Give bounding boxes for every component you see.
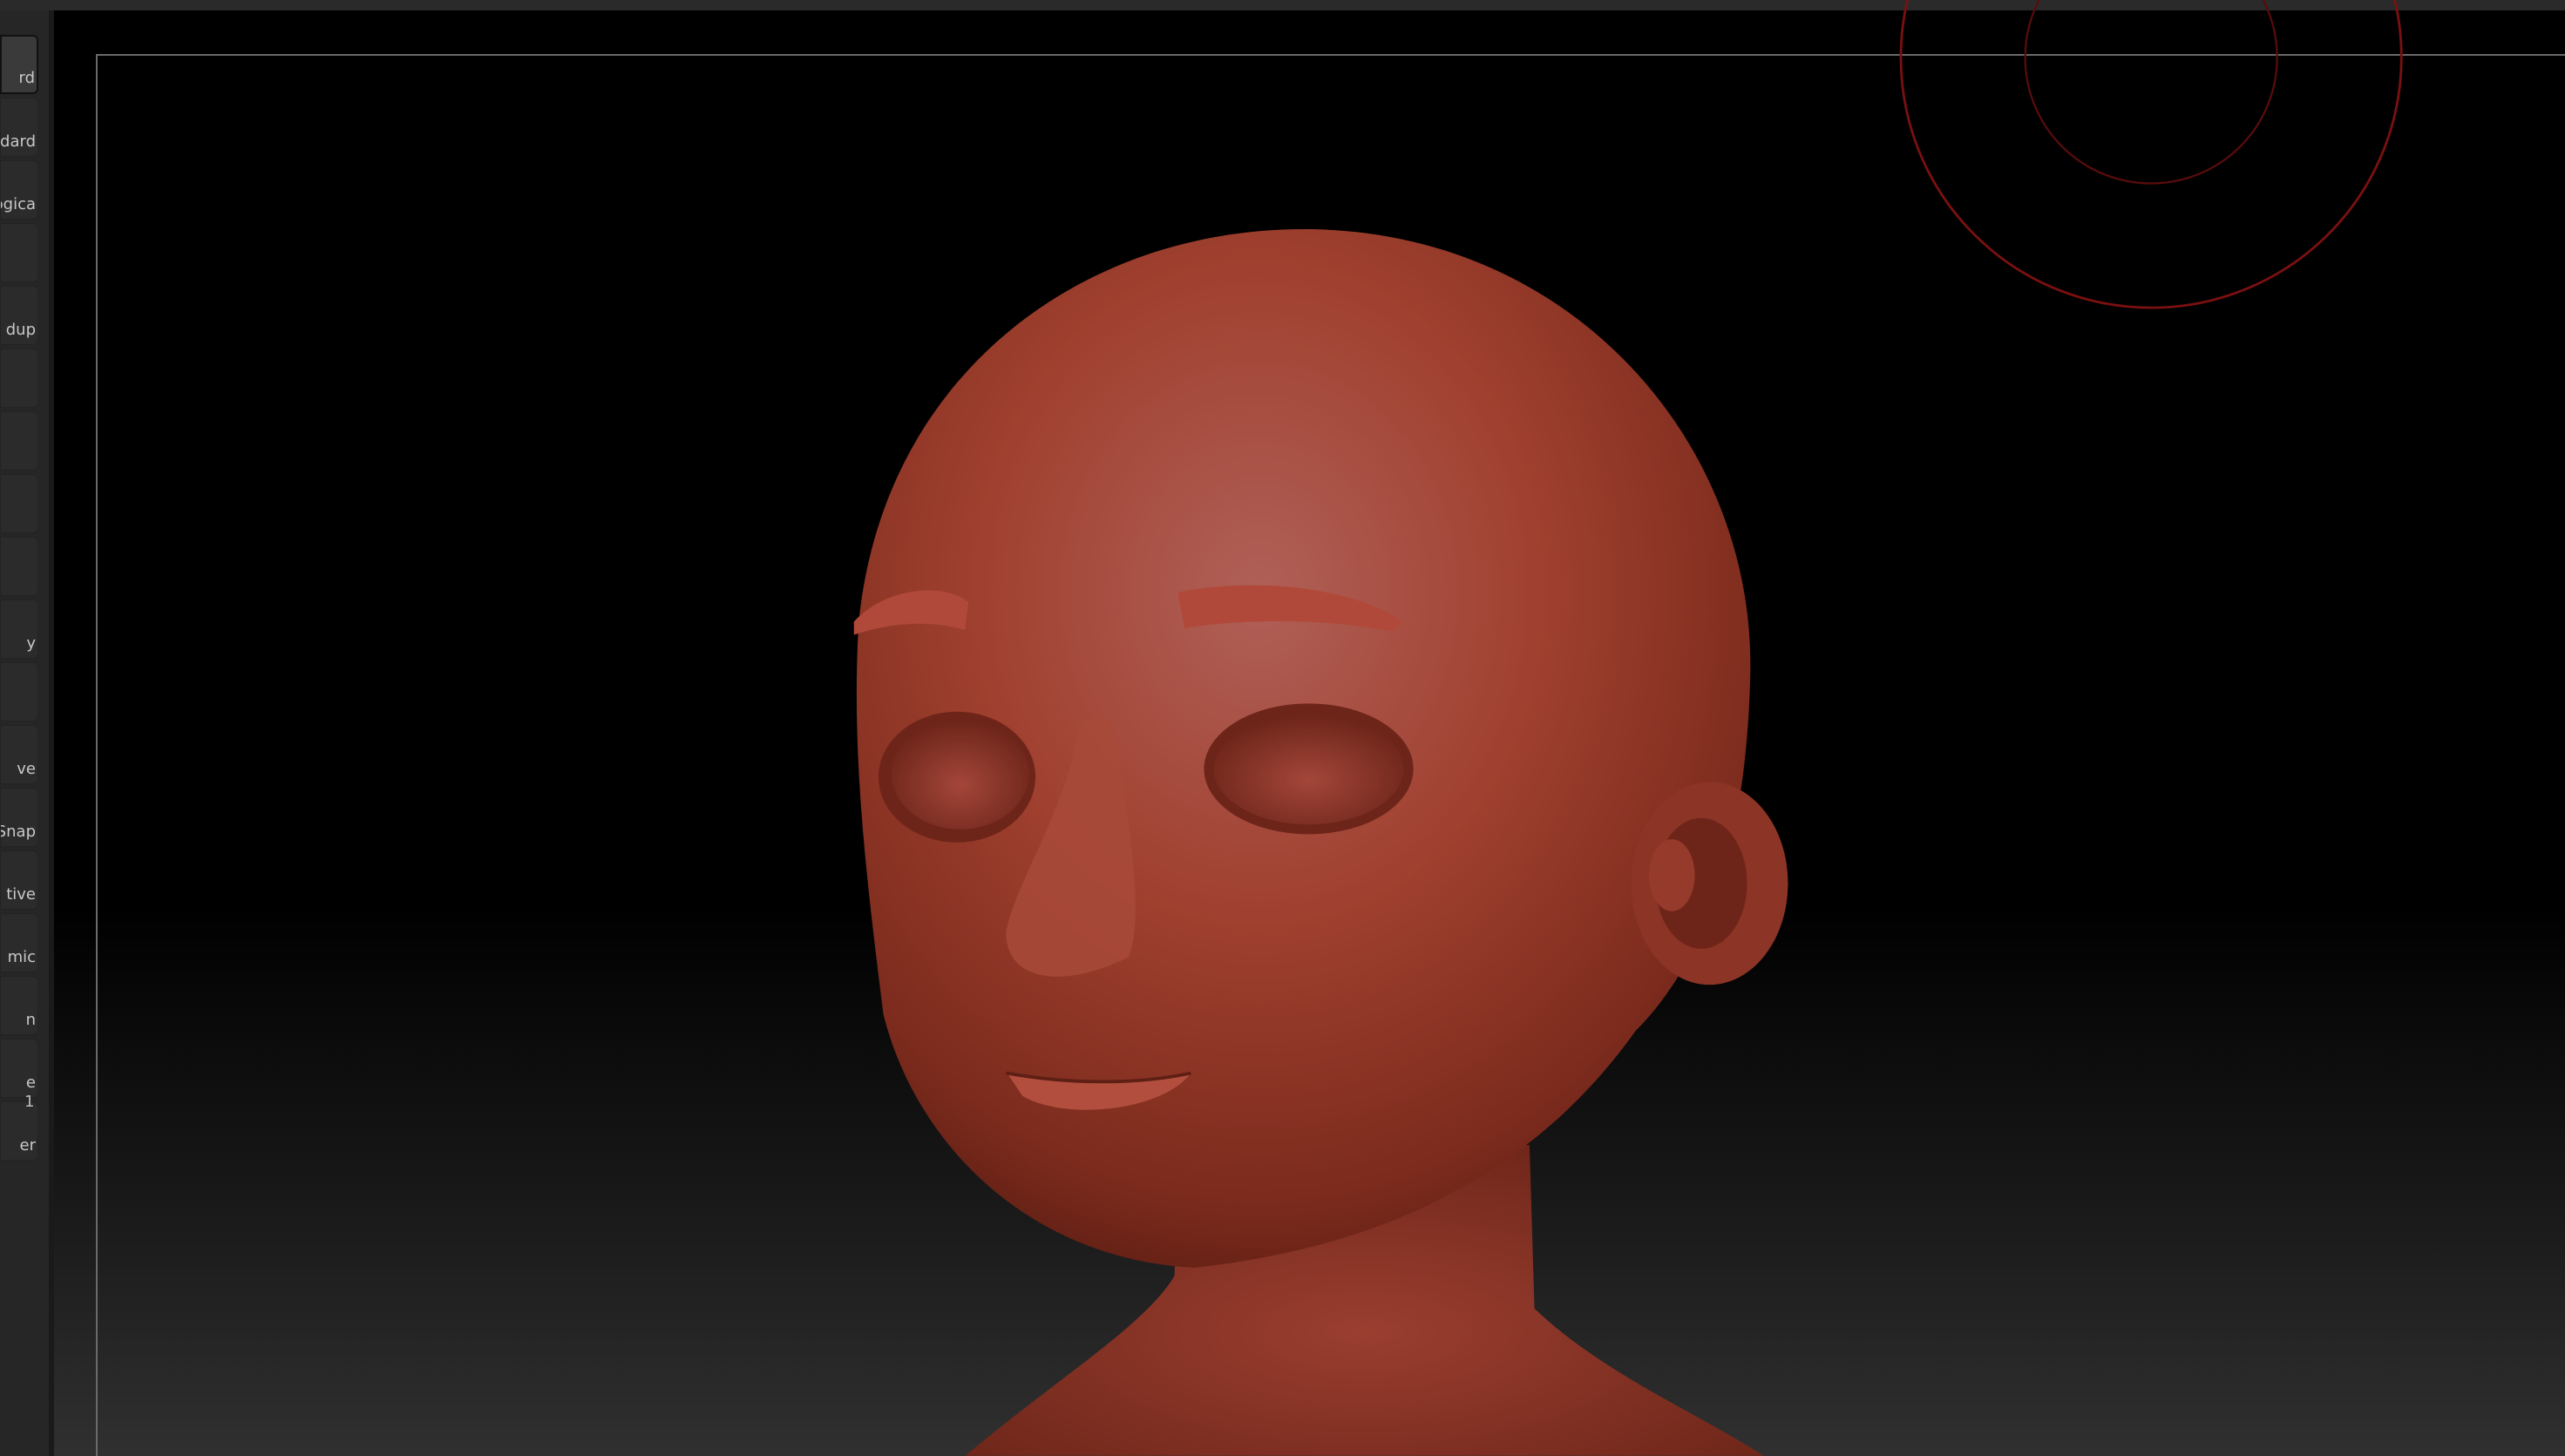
3d-model-head[interactable] bbox=[0, 0, 2565, 1456]
ear bbox=[1631, 782, 1788, 985]
brush-cursor bbox=[1899, 0, 2403, 309]
